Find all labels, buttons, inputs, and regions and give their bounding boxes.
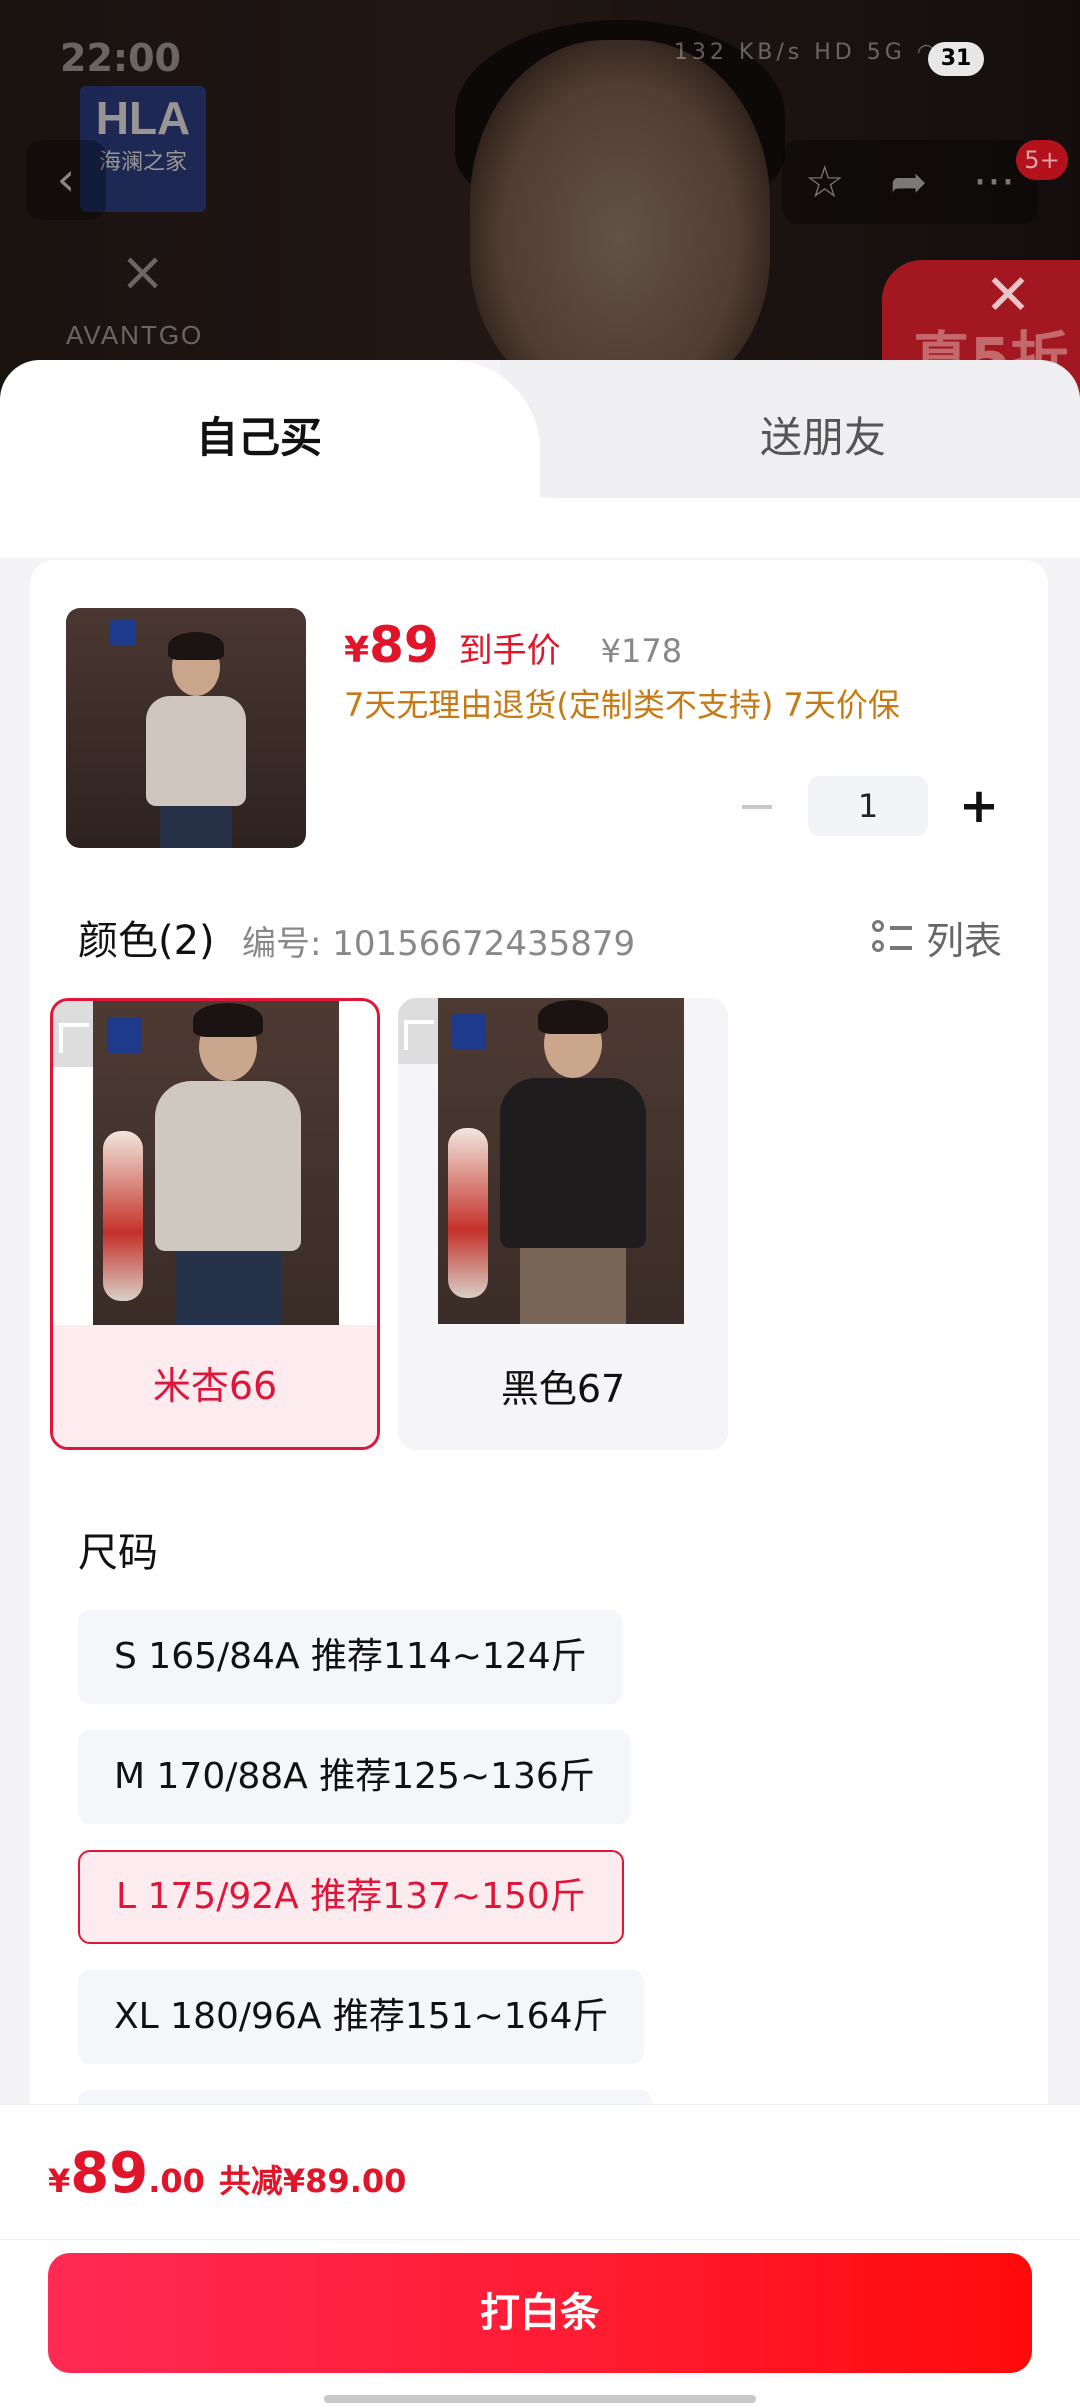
- list-view-label: 列表: [925, 919, 1002, 963]
- size-option-xl[interactable]: XL 180/96A 推荐151~164斤: [78, 1970, 645, 2064]
- tab-buy-self[interactable]: 自己买: [196, 404, 322, 465]
- color-option-image: [438, 998, 684, 1324]
- quantity-decrease-button[interactable]: −: [732, 781, 782, 831]
- size-section-title: 尺码: [78, 1530, 158, 1576]
- buy-with-baitiao-button[interactable]: 打白条: [48, 2253, 1032, 2373]
- color-option-label: 米杏66: [53, 1325, 377, 1447]
- checkout-bar: ¥ 89 .00 共减¥89.00 打白条: [0, 2104, 1080, 2408]
- brand-logo-mini: [110, 620, 136, 646]
- expand-icon[interactable]: [59, 1023, 89, 1053]
- total-price-integer: 89: [70, 2141, 149, 2206]
- brand-cross: ×: [120, 240, 166, 303]
- size-option-m[interactable]: M 170/88A 推荐125~136斤: [78, 1730, 631, 1824]
- final-price-label: 到手价: [458, 631, 561, 671]
- message-badge: 5+: [1016, 140, 1068, 180]
- back-button[interactable]: ‹: [26, 140, 106, 220]
- nav-actions: ☆ ➦ ···: [782, 140, 1038, 224]
- price-currency: ¥: [344, 630, 370, 671]
- tab-gift-friend[interactable]: 送朋友: [760, 404, 886, 465]
- service-guarantee: 7天无理由退货(定制类不支持) 7天价保: [344, 686, 900, 724]
- expand-icon[interactable]: [404, 1020, 434, 1050]
- favorite-star-icon[interactable]: ☆: [805, 157, 844, 208]
- status-time: 22:00: [60, 36, 181, 80]
- product-thumbnail[interactable]: [66, 608, 306, 848]
- share-icon[interactable]: ➦: [890, 157, 927, 208]
- color-section-title: 颜色(2): [78, 918, 215, 964]
- total-price: ¥ 89 .00 共减¥89.00: [48, 2141, 407, 2206]
- color-option-beige[interactable]: 米杏66: [50, 998, 380, 1450]
- color-option-image: [93, 1001, 339, 1327]
- network-speed: 132 KB/s: [673, 40, 804, 65]
- original-price: ¥178: [600, 632, 683, 670]
- home-indicator[interactable]: [324, 2395, 756, 2403]
- quantity-input[interactable]: 1: [808, 776, 928, 836]
- battery-icon: 31: [928, 42, 984, 76]
- status-icons: 132 KB/s HD 5G ◠: [674, 40, 940, 65]
- more-icon[interactable]: ···: [973, 157, 1015, 208]
- total-savings: 共减¥89.00: [218, 2162, 407, 2200]
- price-line: ¥ 89 到手价 ¥178: [344, 616, 682, 674]
- quantity-stepper: − 1 +: [732, 776, 1004, 836]
- product-code: 编号: 10156672435879: [242, 924, 636, 964]
- quantity-increase-button[interactable]: +: [954, 781, 1004, 831]
- close-icon[interactable]: ✕: [978, 266, 1038, 326]
- brand-partner: AVANTGO: [66, 320, 204, 350]
- list-icon: [871, 918, 912, 958]
- final-price: 89: [369, 616, 439, 674]
- purchase-sheet: 自己买 送朋友 ¥ 89 到手价 ¥178 7天无理由退货(定制类不支持) 7天…: [0, 360, 1080, 2408]
- network-type: HD 5G: [814, 40, 906, 65]
- list-view-toggle[interactable]: 列表: [871, 910, 1002, 965]
- color-option-black[interactable]: 黑色67: [398, 998, 728, 1450]
- color-option-label: 黑色67: [398, 1328, 728, 1450]
- status-bar: 22:00 132 KB/s HD 5G ◠ 31: [0, 30, 1080, 90]
- size-option-l[interactable]: L 175/92A 推荐137~150斤: [78, 1850, 624, 1944]
- size-option-s[interactable]: S 165/84A 推荐114~124斤: [78, 1610, 623, 1704]
- purchase-tabs: 自己买 送朋友: [0, 360, 1080, 500]
- chevron-left-icon: ‹: [56, 152, 76, 206]
- total-price-decimal: .00: [148, 2162, 205, 2200]
